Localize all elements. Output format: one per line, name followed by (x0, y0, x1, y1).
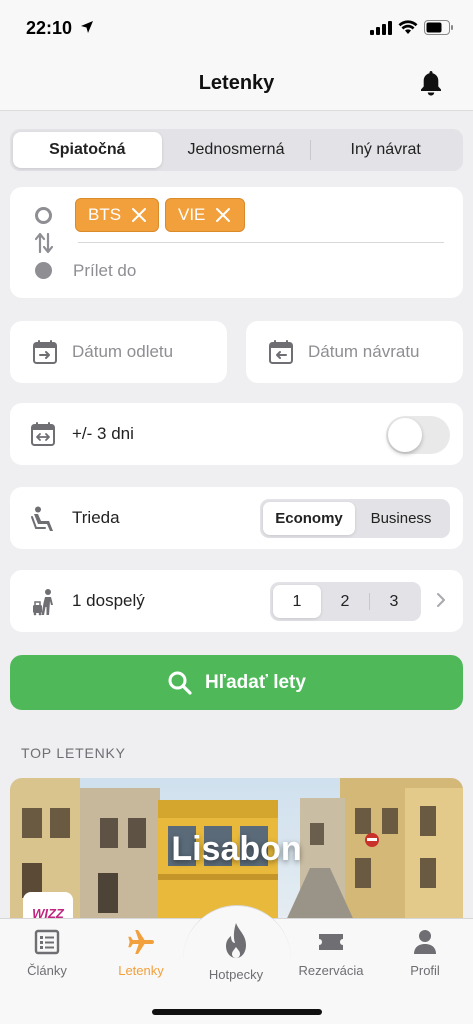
battery-icon (424, 20, 453, 35)
article-icon (34, 929, 60, 955)
ticket-icon (319, 934, 343, 950)
tab-hotpecky[interactable]: Hotpecky (191, 967, 281, 982)
departure-date-placeholder: Dátum odletu (72, 342, 174, 361)
cellular-signal-icon (370, 21, 392, 35)
status-bar: 22:10 (0, 0, 473, 58)
swap-icon[interactable] (34, 232, 54, 254)
passengers-label: 1 dospelý (72, 591, 145, 610)
status-time: 22:10 (26, 18, 73, 38)
return-date-placeholder: Dátum návratu (308, 342, 420, 361)
departure-date-field[interactable]: Dátum odletu (10, 321, 227, 383)
flexible-dates-toggle[interactable] (386, 416, 450, 454)
chevron-right-icon[interactable] (436, 592, 446, 608)
destination-dot-icon (35, 262, 52, 279)
tab-label: Letenky (118, 963, 164, 978)
passenger-count-1[interactable]: 1 (273, 585, 321, 618)
flexible-dates-label: +/- 3 dni (72, 424, 134, 443)
trip-type-segmented: Spiatočná Jednosmerná Iný návrat (10, 129, 463, 171)
home-indicator (152, 1009, 322, 1015)
travel-class-label: Trieda (72, 508, 120, 527)
passenger-count-segmented: 1 2 3 (270, 582, 421, 621)
nav-bar: Letenky (0, 58, 473, 111)
tab-profil[interactable]: Profil (380, 927, 470, 978)
trip-type-open-jaw[interactable]: Iný návrat (311, 132, 460, 168)
calendar-range-icon (31, 422, 55, 446)
origin-chip[interactable]: BTS (75, 198, 159, 232)
tab-label: Hotpecky (208, 967, 264, 982)
remove-chip-icon[interactable] (215, 207, 231, 223)
tab-label: Rezervácia (298, 963, 364, 978)
passenger-count-3[interactable]: 3 (370, 585, 418, 618)
calendar-depart-icon (33, 340, 57, 364)
trip-type-roundtrip[interactable]: Spiatočná (13, 132, 162, 168)
travel-class-row: Trieda Economy Business (10, 487, 463, 549)
page-title: Letenky (198, 72, 275, 94)
remove-chip-icon[interactable] (131, 207, 147, 223)
plane-icon (128, 930, 154, 954)
travel-class-segmented: Economy Business (260, 499, 450, 538)
search-flights-label: Hľadať lety (205, 671, 306, 693)
passengers-row: 1 dospelý 1 2 3 (10, 570, 463, 632)
tab-clanky[interactable]: Články (2, 927, 92, 978)
tab-label: Články (27, 963, 67, 978)
person-icon (414, 930, 436, 954)
route-card: BTS VIE Prílet do (10, 187, 463, 298)
class-economy[interactable]: Economy (263, 502, 355, 535)
arrival-input[interactable]: Prílet do (73, 261, 136, 281)
search-icon (168, 671, 192, 695)
origin-chip[interactable]: VIE (165, 198, 245, 232)
flexible-dates-row: +/- 3 dni (10, 403, 463, 465)
bell-icon[interactable] (416, 68, 446, 98)
traveler-icon (33, 589, 53, 616)
tab-bar: Články Letenky Hotpecky Rezervácia Profi… (0, 905, 473, 1024)
calendar-return-icon (269, 340, 293, 364)
search-flights-button[interactable]: Hľadať lety (10, 655, 463, 710)
seat-icon (31, 506, 53, 531)
class-business[interactable]: Business (355, 502, 447, 535)
route-divider (78, 242, 444, 243)
passenger-count-2[interactable]: 2 (321, 585, 369, 618)
hotpecky-badge[interactable] (206, 913, 266, 973)
location-arrow-icon (81, 21, 93, 33)
origin-chip-label: VIE (178, 205, 206, 224)
origin-chip-label: BTS (88, 205, 122, 224)
destination-city: Lisabon (171, 830, 302, 868)
tab-rezervacia[interactable]: Rezervácia (286, 927, 376, 978)
origin-circle-icon (35, 207, 52, 224)
tab-letenky[interactable]: Letenky (96, 927, 186, 978)
toggle-knob (388, 418, 422, 452)
top-flights-heading: TOP LETENKY (21, 745, 126, 761)
return-date-field[interactable]: Dátum návratu (246, 321, 463, 383)
trip-type-oneway[interactable]: Jednosmerná (162, 132, 311, 168)
tab-label: Profil (410, 963, 440, 978)
wifi-icon (398, 20, 418, 34)
